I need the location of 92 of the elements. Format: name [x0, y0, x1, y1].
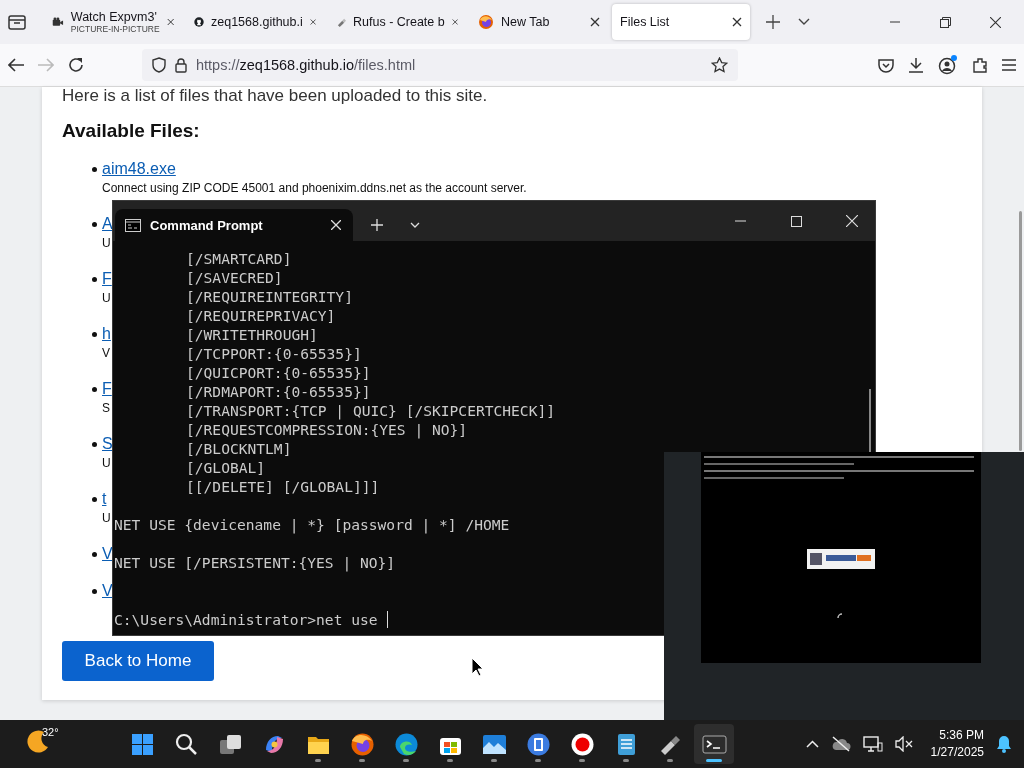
back-home-button[interactable]: Back to Home: [62, 641, 214, 681]
section-heading: Available Files:: [62, 119, 201, 143]
url-text: https://zeq1568.github.io/files.html: [196, 57, 417, 73]
file-link[interactable]: A: [102, 214, 113, 234]
new-tab-icon[interactable]: [766, 15, 780, 29]
browser-tab[interactable]: New Tab: [470, 4, 608, 40]
bullet: [92, 552, 97, 557]
terminal-line: [/TCPPORT:{0-65535}]: [185, 344, 363, 363]
bullet: [92, 222, 97, 227]
file-link[interactable]: V: [102, 544, 113, 564]
start-icon: [129, 731, 155, 757]
bullet: [92, 167, 97, 172]
file-description: U: [102, 510, 111, 527]
terminal-line: [/SAVECRED]: [185, 268, 284, 287]
intro-text: Here is a list of files that have been uploaded to this site.: [62, 87, 489, 105]
menu-icon[interactable]: [1002, 59, 1016, 71]
network-monitor-icon[interactable]: [862, 735, 883, 753]
browser-tab[interactable]: Watch Expvm3' PICTURE-IN-PICTURE: [44, 4, 182, 40]
mouse-pointer-icon: [471, 657, 484, 677]
restore-icon[interactable]: [939, 16, 951, 28]
file-link[interactable]: h: [102, 324, 111, 344]
bullet: [92, 497, 97, 502]
download-icon[interactable]: [908, 57, 924, 73]
temperature: 32°: [42, 726, 59, 738]
terminal-tab[interactable]: Command Prompt: [115, 209, 353, 241]
file-description: Connect using ZIP CODE 45001 and phoenixim.ddns.net as the account server.: [102, 180, 527, 197]
cloud-off-icon[interactable]: [830, 736, 851, 752]
terminal-line: C:\Users\Administrator>net use: [114, 610, 378, 629]
terminal-line: [/GLOBAL]: [185, 458, 267, 477]
film-icon: [525, 731, 551, 757]
terminal-line: [/TRANSPORT:{TCP | QUIC} [/SKIPCERTCHECK]]: [185, 401, 557, 420]
file-link[interactable]: aim48.exe: [102, 159, 176, 179]
browser-tab[interactable]: zeq1568.github.i: [186, 4, 324, 40]
bullet: [92, 332, 97, 337]
file-description: U: [102, 235, 111, 252]
back-arrow-icon[interactable]: [8, 58, 24, 72]
browser-tab[interactable]: Files List: [612, 4, 750, 40]
terminal-line: [/REQUIREPRIVACY]: [185, 306, 337, 325]
file-link[interactable]: S: [102, 434, 113, 454]
bell-icon[interactable]: [996, 735, 1012, 753]
file-link[interactable]: t: [102, 489, 107, 509]
terminal-line: [/BLOCKNTLM]: [185, 439, 293, 458]
close-icon[interactable]: [732, 17, 742, 27]
file-description: U: [102, 455, 111, 472]
search-icon: [173, 731, 199, 757]
file-link[interactable]: F: [102, 379, 112, 399]
video-camera-icon: [52, 15, 64, 29]
speaker-muted-icon[interactable]: [894, 736, 913, 752]
file-link[interactable]: F: [102, 269, 112, 289]
terminal-line: [/REQUIREINTEGRITY]: [185, 287, 354, 306]
bullet: [92, 387, 97, 392]
shield-icon: [152, 57, 166, 73]
terminal-line: NET USE {devicename | *} [password | *] /HOME: [114, 515, 511, 534]
terminal-line: [/QUICPORT:{0-65535}]: [185, 363, 372, 382]
chevron-down-icon[interactable]: [798, 18, 810, 26]
bullet: [92, 589, 97, 594]
cat-logo-icon: [194, 14, 204, 30]
edge-logo-icon: [393, 731, 419, 757]
file-description: U: [102, 290, 111, 307]
browser-tab[interactable]: Rufus - Create b: [328, 4, 466, 40]
lock-icon: [175, 57, 187, 73]
record-icon: [569, 731, 595, 757]
terminal-line: NET USE [/PERSISTENT:{YES | NO}]: [114, 553, 397, 572]
text-cursor: [386, 611, 388, 628]
terminal-line: [/SMARTCARD]: [185, 249, 293, 268]
chevron-up-icon[interactable]: [805, 740, 819, 748]
reload-icon[interactable]: [68, 57, 84, 73]
account-icon[interactable]: [938, 55, 958, 75]
browser-logo-icon: [349, 731, 375, 757]
terminal-line: [[/DELETE] [/GLOBAL]]]: [185, 477, 381, 496]
bullet: [92, 442, 97, 447]
address-bar[interactable]: https://zeq1568.github.io/files.html: [142, 49, 738, 81]
close-icon[interactable]: [590, 17, 600, 27]
maximize-icon[interactable]: [790, 215, 802, 227]
star-icon[interactable]: [711, 57, 728, 73]
close-icon[interactable]: [989, 16, 1001, 28]
terminal-line: [/REQUESTCOMPRESSION:{YES | NO}]: [185, 420, 469, 439]
pocket-icon[interactable]: [878, 57, 894, 73]
command-prompt-icon: [125, 218, 141, 232]
file-description: S: [102, 400, 110, 417]
terminal-line: [/WRITETHROUGH]: [185, 325, 319, 344]
scrollbar-thumb[interactable]: [869, 389, 871, 453]
clock[interactable]: 5:36 PM 1/27/2025: [930, 727, 984, 761]
file-description: V: [102, 345, 110, 362]
browser-logo-icon: [478, 14, 494, 30]
terminal-line: [/RDMAPORT:{0-65535}]: [185, 382, 372, 401]
bullet: [92, 277, 97, 282]
taskbar-app-button[interactable]: [694, 724, 734, 764]
tab-list-icon[interactable]: [8, 14, 26, 30]
extensions-icon[interactable]: [972, 57, 988, 73]
file-link[interactable]: V: [102, 581, 113, 601]
scrollbar-thumb[interactable]: [1019, 211, 1022, 451]
